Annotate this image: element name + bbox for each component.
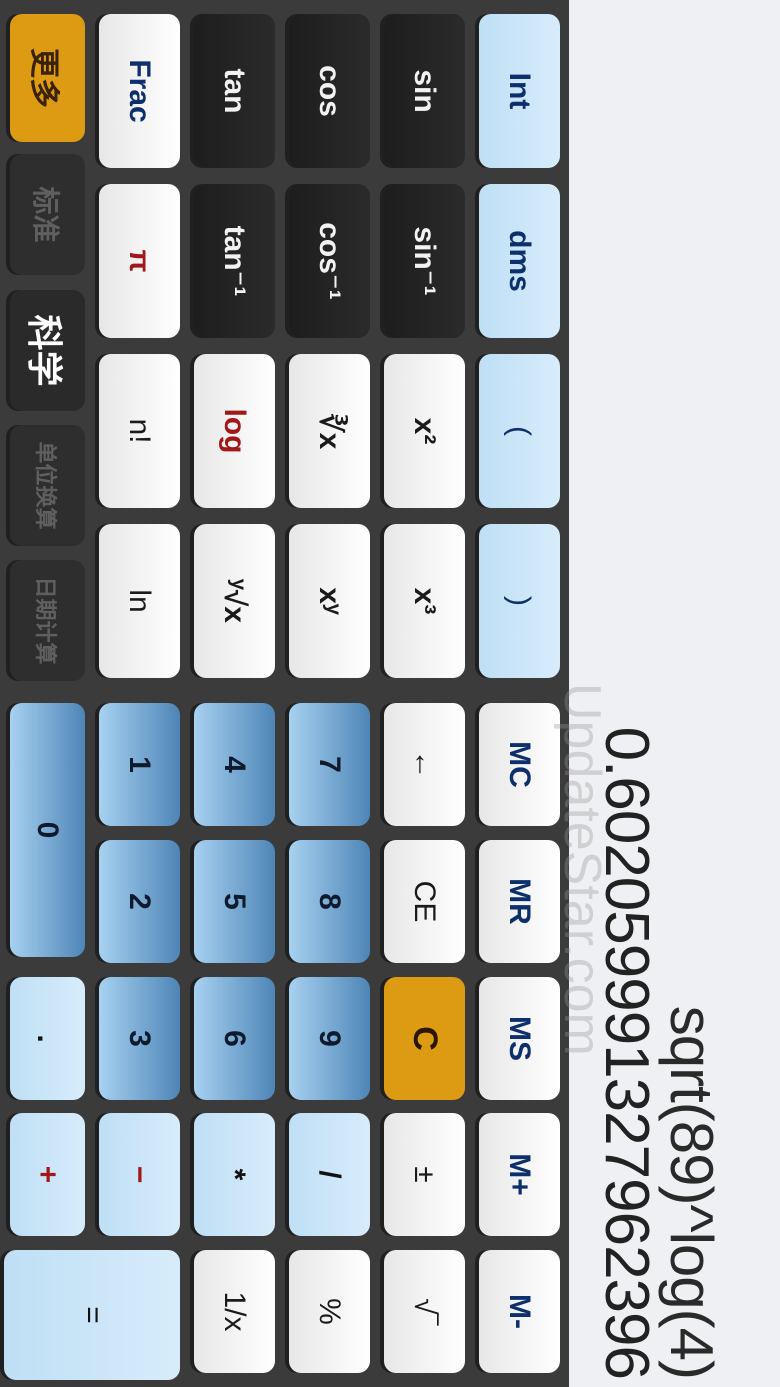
digit-4-button[interactable]: 4	[194, 703, 275, 826]
digit-5-button[interactable]: 5	[194, 840, 275, 963]
memory-clear-button[interactable]: MC	[479, 703, 560, 826]
multiply-button[interactable]: *	[194, 1113, 275, 1236]
divide-button[interactable]: /	[289, 1113, 370, 1236]
reciprocal-button[interactable]: 1/x	[194, 1250, 275, 1373]
nth-root-button[interactable]: ʸ√x	[194, 524, 275, 678]
arccos-button[interactable]: cos⁻¹	[289, 184, 370, 338]
digit-8-button[interactable]: 8	[289, 840, 370, 963]
memory-recall-button[interactable]: MR	[479, 840, 560, 963]
ln-button[interactable]: ln	[99, 524, 180, 678]
square-button[interactable]: x²	[384, 354, 465, 508]
arcsin-button[interactable]: sin⁻¹	[384, 184, 465, 338]
digit-2-button[interactable]: 2	[99, 840, 180, 963]
pi-button[interactable]: π	[99, 184, 180, 338]
calculator-app: sqrt(89)^log(4) 0.602059991327962396 Int…	[0, 0, 780, 1387]
cube-button[interactable]: x³	[384, 524, 465, 678]
digit-1-button[interactable]: 1	[99, 703, 180, 826]
clear-button[interactable]: C	[384, 977, 465, 1100]
expression-display: sqrt(89)^log(4)	[658, 1005, 725, 1379]
sqrt-button[interactable]: √‾	[384, 1250, 465, 1373]
fraction-button[interactable]: Frac	[99, 14, 180, 168]
tab-date-calculation[interactable]: 日期计算	[10, 560, 85, 681]
equals-button[interactable]: =	[4, 1250, 180, 1380]
memory-store-button[interactable]: MS	[479, 977, 560, 1100]
result-display: 0.602059991327962396	[592, 726, 661, 1379]
decimal-button[interactable]: .	[10, 977, 85, 1100]
tab-more[interactable]: 更多	[10, 14, 85, 142]
dms-button[interactable]: dms	[479, 184, 560, 338]
percent-button[interactable]: %	[289, 1250, 370, 1373]
tab-unit-conversion[interactable]: 单位换算	[10, 425, 85, 546]
digit-3-button[interactable]: 3	[99, 977, 180, 1100]
tab-scientific[interactable]: 科学	[10, 290, 85, 411]
backspace-button[interactable]: ←	[384, 703, 465, 826]
add-button[interactable]: +	[10, 1113, 85, 1236]
right-paren-button[interactable]: )	[479, 524, 560, 678]
arctan-button[interactable]: tan⁻¹	[194, 184, 275, 338]
power-button[interactable]: xʸ	[289, 524, 370, 678]
cos-button[interactable]: cos	[289, 14, 370, 168]
tan-button[interactable]: tan	[194, 14, 275, 168]
sign-toggle-button[interactable]: ±	[384, 1113, 465, 1236]
log-button[interactable]: log	[194, 354, 275, 508]
digit-6-button[interactable]: 6	[194, 977, 275, 1100]
digit-7-button[interactable]: 7	[289, 703, 370, 826]
rotated-layout: sqrt(89)^log(4) 0.602059991327962396 Int…	[0, 0, 780, 1387]
left-paren-button[interactable]: (	[479, 354, 560, 508]
display-panel: sqrt(89)^log(4) 0.602059991327962396	[569, 0, 780, 1387]
sin-button[interactable]: sin	[384, 14, 465, 168]
cube-root-button[interactable]: ∛x	[289, 354, 370, 508]
memory-subtract-button[interactable]: M-	[479, 1250, 560, 1373]
int-button[interactable]: Int	[479, 14, 560, 168]
digit-0-button[interactable]: 0	[10, 703, 85, 957]
memory-add-button[interactable]: M+	[479, 1113, 560, 1236]
tab-standard[interactable]: 标准	[10, 154, 85, 275]
digit-9-button[interactable]: 9	[289, 977, 370, 1100]
subtract-button[interactable]: −	[99, 1113, 180, 1236]
clear-entry-button[interactable]: CE	[384, 840, 465, 963]
factorial-button[interactable]: n!	[99, 354, 180, 508]
